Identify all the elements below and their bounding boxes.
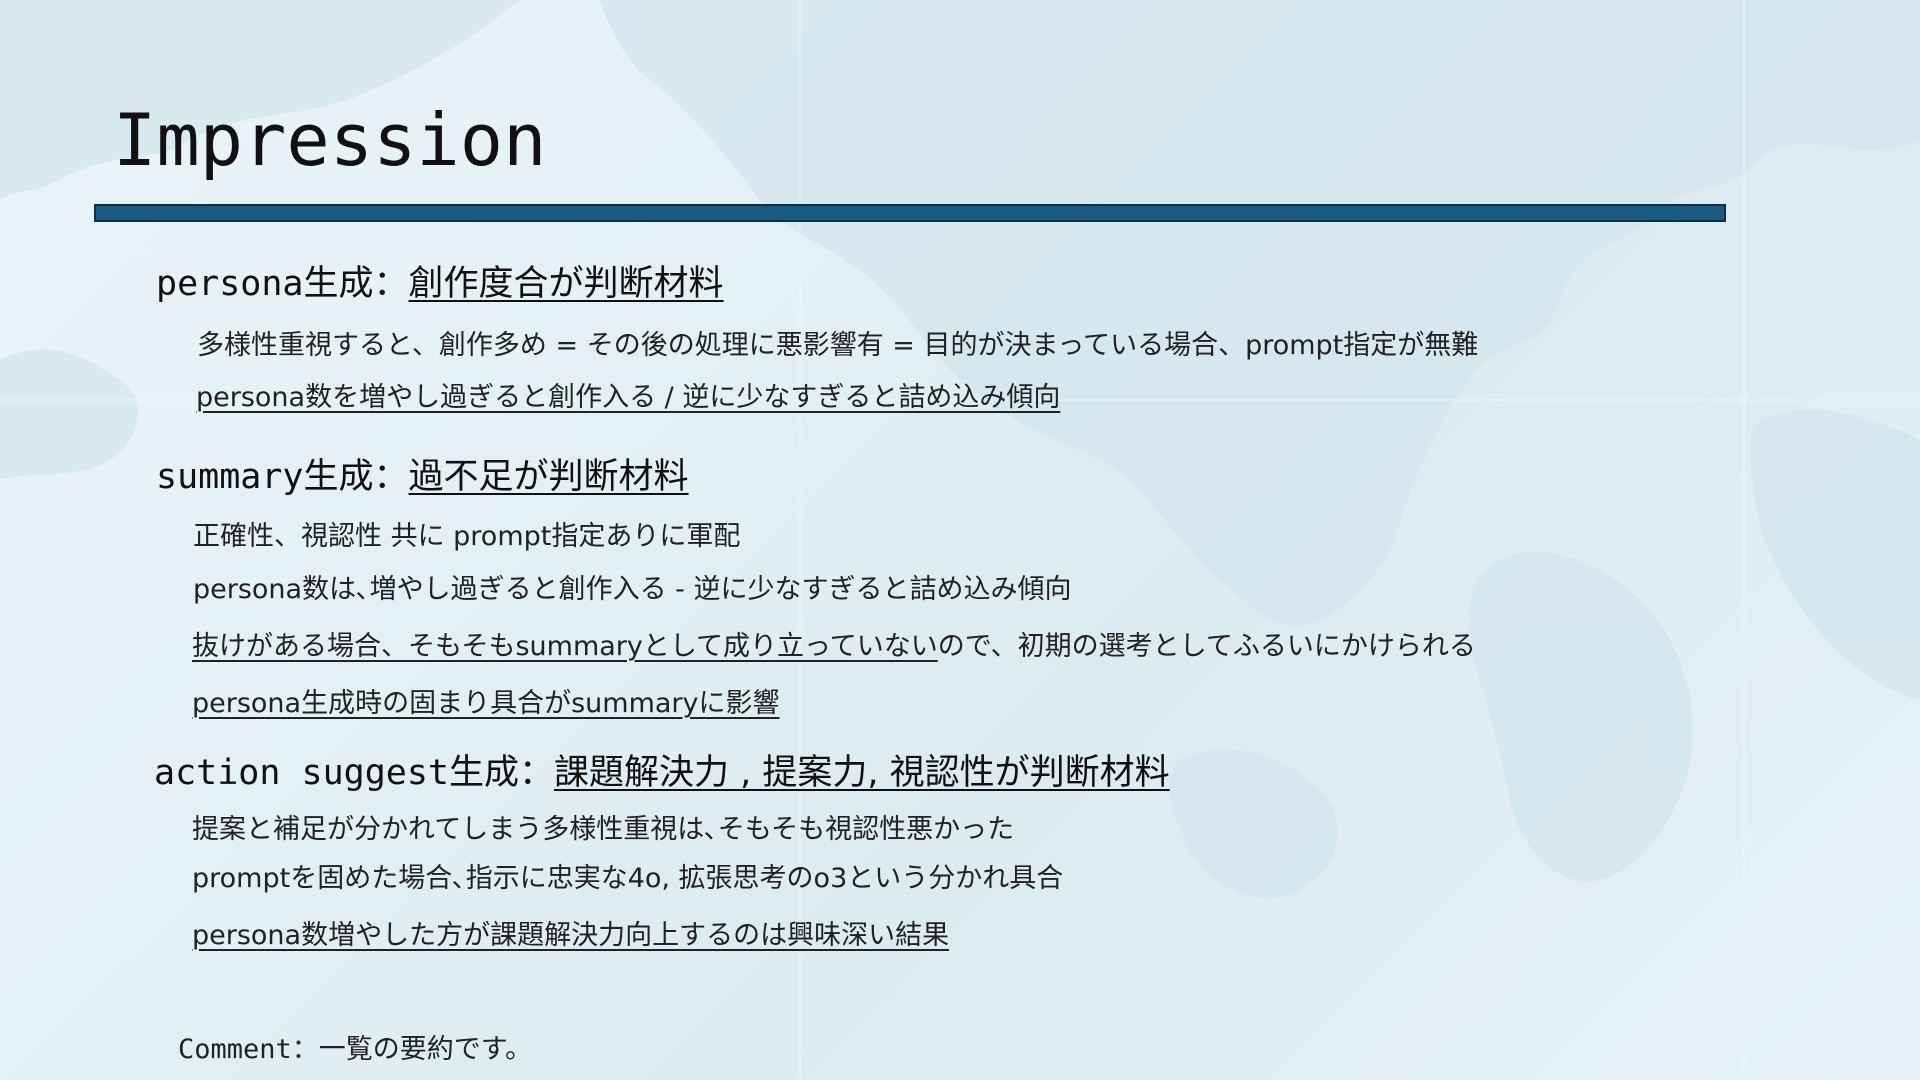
comment-separator: ： bbox=[291, 1034, 319, 1065]
comment-label: Comment bbox=[178, 1034, 292, 1065]
bullet-item: promptを固めた場合､指示に忠実な4o, 拡張思考のo3という分かれ具合 bbox=[192, 863, 1064, 894]
section-heading-summary: summary生成：過不足が判断材料 bbox=[156, 455, 689, 499]
bullet-item: 多様性重視すると、創作多め = その後の処理に悪影響有 = 目的が決まっている場… bbox=[197, 330, 1479, 361]
bullet-plain-part: ので、初期の選考としてふるいにかけられる bbox=[937, 631, 1476, 662]
bullet-item: persona数を増やし過ぎると創作入る / 逆に少なすぎると詰め込み傾向 bbox=[196, 382, 1061, 413]
heading-separator: ： bbox=[519, 753, 555, 793]
bullet-item: 抜けがある場合、そもそもsummaryとして成り立っていないので、初期の選考とし… bbox=[192, 629, 1476, 665]
section-heading-action-suggest: action suggest生成：課題解決力 , 提案力, 視認性が判断材料 bbox=[154, 751, 1170, 795]
heading-separator: ： bbox=[373, 457, 409, 497]
heading-separator: ： bbox=[373, 264, 409, 304]
bullet-item: 提案と補足が分かれてしまう多様性重視は､そもそも視認性悪かった bbox=[192, 814, 1015, 845]
title-divider bbox=[94, 204, 1726, 222]
heading-key: persona生成 bbox=[156, 264, 374, 304]
bullet-item: 正確性、視認性 共に prompt指定ありに軍配 bbox=[193, 521, 741, 552]
section-heading-persona: persona生成：創作度合が判断材料 bbox=[156, 262, 724, 306]
comment-line: Comment：一覧の要約です。 bbox=[178, 1032, 532, 1068]
heading-value: 創作度合が判断材料 bbox=[408, 264, 724, 304]
slide-title: Impression bbox=[113, 98, 547, 182]
slide: Impression persona生成：創作度合が判断材料 多様性重視すると、… bbox=[0, 0, 1920, 1080]
heading-key: action suggest生成 bbox=[154, 753, 520, 793]
heading-key: summary生成 bbox=[156, 457, 374, 497]
bullet-underlined-part: 抜けがある場合、そもそもsummaryとして成り立っていない bbox=[192, 631, 938, 662]
bullet-item: persona生成時の固まり具合がsummaryに影響 bbox=[192, 688, 780, 719]
bullet-item: persona数増やした方が課題解決力向上するのは興味深い結果 bbox=[192, 920, 950, 951]
heading-value: 過不足が判断材料 bbox=[408, 457, 689, 497]
bullet-item: persona数は､増やし過ぎると創作入る - 逆に少なすぎると詰め込み傾向 bbox=[193, 574, 1072, 605]
heading-value: 課題解決力 , 提案力, 視認性が判断材料 bbox=[554, 753, 1170, 793]
comment-text: 一覧の要約です。 bbox=[318, 1034, 533, 1065]
